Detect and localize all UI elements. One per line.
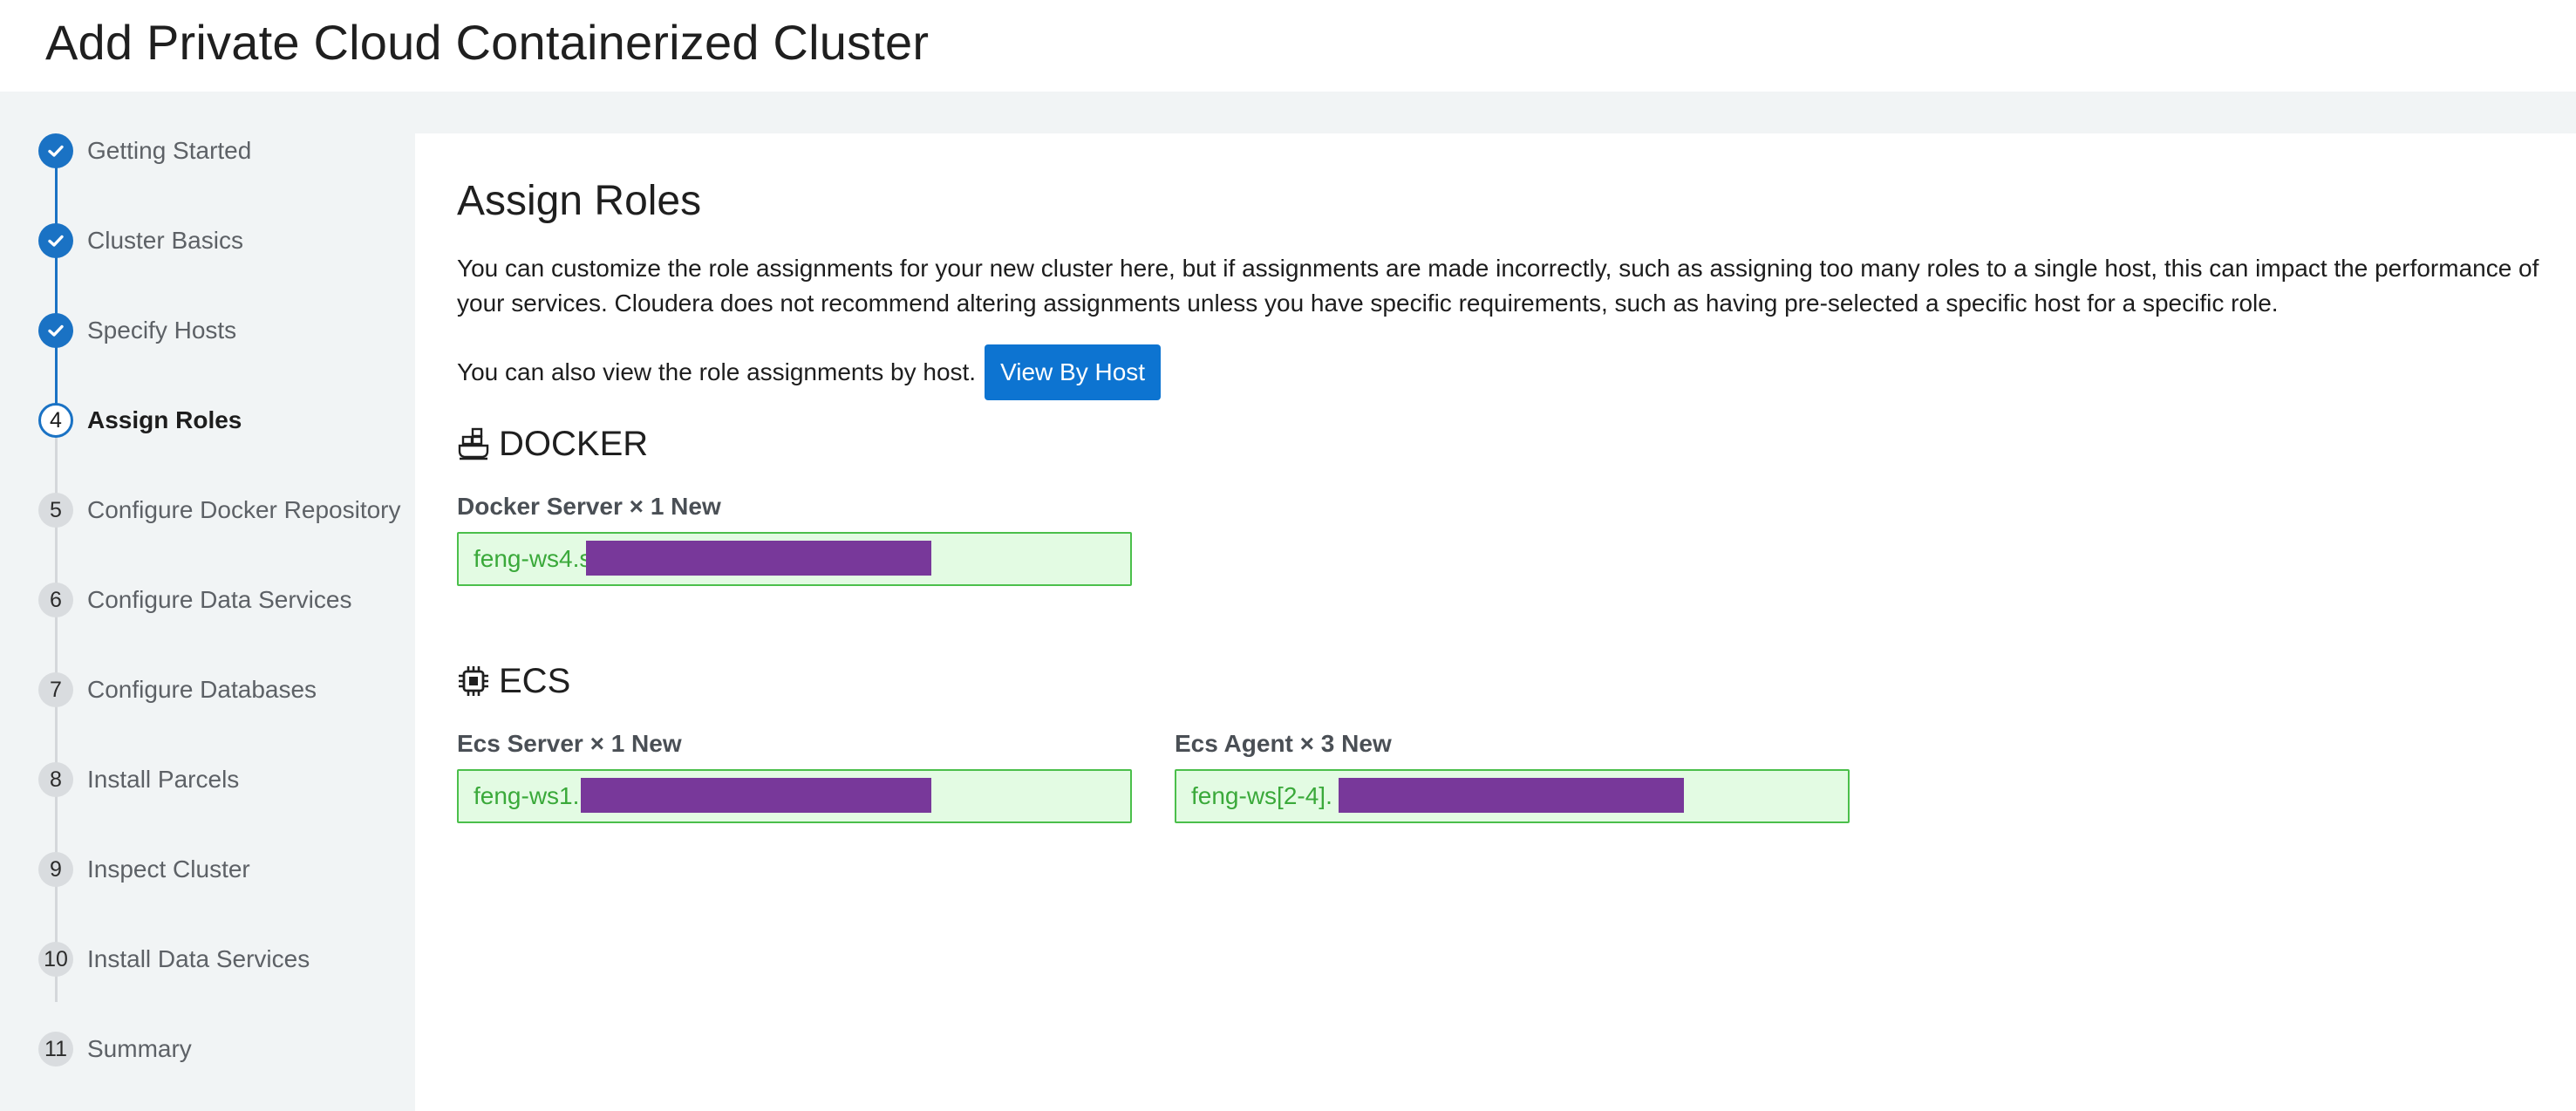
step-label: Configure Data Services: [87, 586, 352, 613]
page-header: Add Private Cloud Containerized Cluster: [0, 0, 2576, 92]
check-icon: [38, 223, 73, 258]
step-specify-hosts[interactable]: Specify Hosts: [38, 313, 236, 348]
step-configure-databases[interactable]: 7 Configure Databases: [38, 672, 317, 707]
check-icon: [38, 313, 73, 348]
step-number: 6: [38, 583, 73, 617]
step-getting-started[interactable]: Getting Started: [38, 133, 251, 168]
step-label: Cluster Basics: [87, 227, 243, 254]
step-label: Getting Started: [87, 137, 252, 164]
view-by-host-text: You can also view the role assignments b…: [457, 358, 977, 385]
service-name: ECS: [499, 661, 571, 700]
step-summary[interactable]: 11 Summary: [38, 1032, 192, 1067]
step-label: Summary: [87, 1035, 192, 1062]
wizard-steps-sidebar: Getting Started Cluster Basics Specify H…: [0, 92, 414, 1111]
step-number: 5: [38, 493, 73, 528]
section-title: Assign Roles: [457, 178, 702, 224]
step-number: 8: [38, 762, 73, 797]
docker-service-header: DOCKER: [457, 422, 648, 466]
host-selector-ecs-agent[interactable]: feng-ws[2-4].: [1175, 769, 1850, 823]
step-label: Inspect Cluster: [87, 855, 250, 883]
step-assign-roles[interactable]: 4 Assign Roles: [38, 403, 242, 438]
step-number: 7: [38, 672, 73, 707]
step-label: Install Data Services: [87, 945, 310, 972]
step-configure-data-services[interactable]: 6 Configure Data Services: [38, 583, 351, 617]
service-name: DOCKER: [499, 424, 649, 463]
redaction-block: [581, 778, 931, 813]
view-by-host-button[interactable]: View By Host: [985, 344, 1162, 400]
docker-icon: [457, 427, 490, 460]
step-install-data-services[interactable]: 10 Install Data Services: [38, 942, 310, 977]
step-number: 10: [38, 942, 73, 977]
intro-text: You can customize the role assignments f…: [457, 255, 2539, 317]
host-value: feng-ws4.s: [474, 545, 592, 572]
step-number: 9: [38, 852, 73, 887]
role-label-ecs-server: Ecs Server × 1 New: [457, 730, 682, 757]
step-connector-done: [55, 151, 58, 420]
assign-roles-panel: Assign Roles You can customize the role …: [415, 133, 2576, 1111]
step-label: Install Parcels: [87, 766, 240, 793]
role-label-docker-server: Docker Server × 1 New: [457, 493, 721, 520]
step-cluster-basics[interactable]: Cluster Basics: [38, 223, 243, 258]
chip-icon: [457, 665, 490, 698]
step-install-parcels[interactable]: 8 Install Parcels: [38, 762, 239, 797]
step-configure-docker-repository[interactable]: 5 Configure Docker Repository: [38, 493, 401, 528]
view-by-host-row: You can also view the role assignments b…: [457, 344, 1162, 400]
host-value: feng-ws1.: [474, 782, 580, 809]
step-inspect-cluster[interactable]: 9 Inspect Cluster: [38, 852, 250, 887]
host-selector-ecs-server[interactable]: feng-ws1.: [457, 769, 1132, 823]
ecs-service-header: ECS: [457, 659, 570, 703]
step-label: Configure Databases: [87, 676, 317, 703]
host-selector-docker-server[interactable]: feng-ws4.s: [457, 532, 1132, 586]
step-number: 11: [38, 1032, 73, 1067]
role-label-ecs-agent: Ecs Agent × 3 New: [1175, 730, 1392, 757]
page-title: Add Private Cloud Containerized Cluster: [45, 15, 930, 70]
redaction-block: [1339, 778, 1684, 813]
host-value: feng-ws[2-4].: [1191, 782, 1332, 809]
step-label: Specify Hosts: [87, 317, 237, 344]
step-label: Configure Docker Repository: [87, 496, 401, 523]
check-icon: [38, 133, 73, 168]
redaction-block: [586, 541, 931, 576]
step-label: Assign Roles: [87, 406, 242, 433]
step-number: 4: [38, 403, 73, 438]
